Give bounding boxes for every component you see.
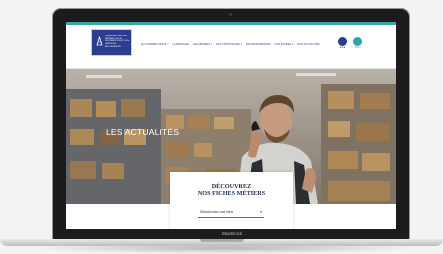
browser-viewport: OBSERVATOIRE DES METIERS DE LA DISTRIBUT… [66,22,396,229]
job-sheet-select-value: Sélectionnez une fiche [200,210,234,214]
site-header: OBSERVATOIRE DES METIERS DE LA DISTRIBUT… [66,25,396,69]
nav-item-nos-barometres[interactable]: NOS BAROMÈTRES [246,43,271,49]
job-sheet-select[interactable]: Sélectionnez une fiche ▾ [198,209,264,218]
nav-item-qui-sommes-nous[interactable]: QUI SOMMES-NOUS ? [141,43,168,49]
hero-title: LES ACTUALITÉS [106,127,180,137]
laptop-base-notch [200,239,244,242]
nav-item-la-branche[interactable]: LA BRANCHE [172,43,188,49]
camera-icon [229,13,232,16]
badge-anfa[interactable]: ANFA [338,37,347,49]
site-logo[interactable]: OBSERVATOIRE DES METIERS DE LA DISTRIBUT… [91,29,132,56]
anfa-logo-icon [338,37,347,46]
main-nav: QUI SOMMES-NOUS ? LA BRANCHE LES MÉTIERS… [141,43,331,49]
badge-label-anfa: ANFA [339,47,346,49]
partner-badges: ANFA OPCO [338,37,362,49]
logo-mark-icon [96,36,103,46]
nav-item-les-statistiques[interactable]: LES STATISTIQUES ▾ [216,43,242,49]
laptop-bezel: OBSERVATOIRE DES METIERS DE LA DISTRIBUT… [52,8,410,240]
chevron-down-icon: ▾ [260,210,262,214]
nav-item-nos-actualites[interactable]: NOS ACTUALITÉS [297,43,319,49]
nav-item-nos-etudes[interactable]: NOS ÉTUDES ▾ [275,43,294,49]
badge-opco[interactable]: OPCO [353,37,362,49]
badge-label-opco: OPCO [354,47,361,49]
logo-text: OBSERVATOIRE DES METIERS DE LA DISTRIBUT… [105,35,129,48]
card-title: DÉCOUVREZ NOS FICHES MÉTIERS [170,183,293,197]
card-title-line-2: NOS FICHES MÉTIERS [197,190,266,198]
opco-logo-icon [353,37,362,46]
job-sheets-card: DÉCOUVREZ NOS FICHES MÉTIERS Sélectionne… [170,172,293,229]
nav-item-les-metiers[interactable]: LES MÉTIERS ▾ [193,43,212,49]
device-brand-label: MacBook [222,232,242,237]
